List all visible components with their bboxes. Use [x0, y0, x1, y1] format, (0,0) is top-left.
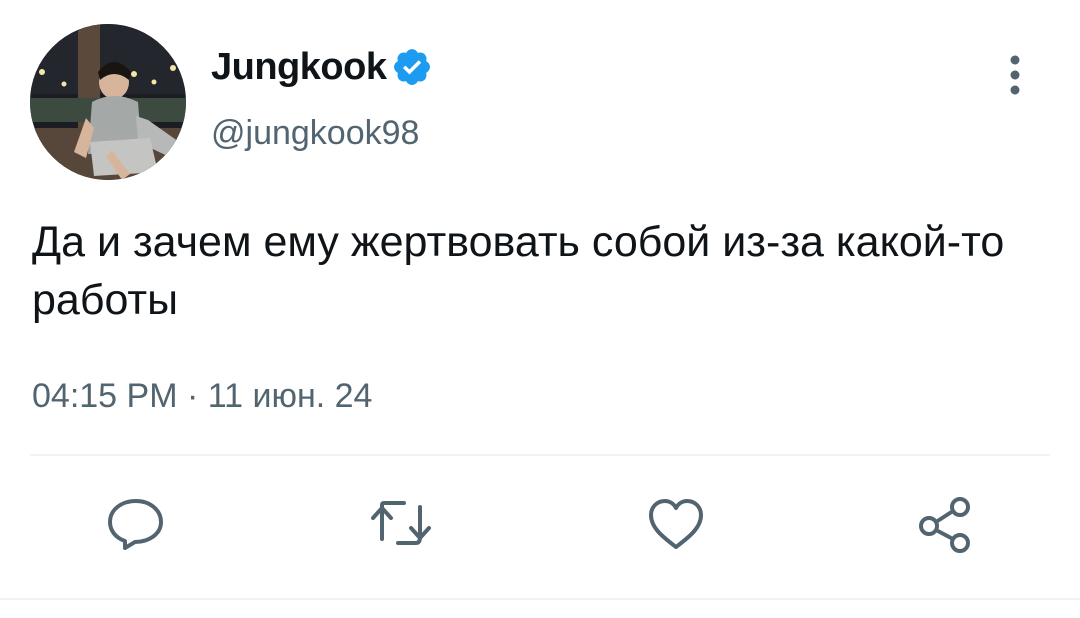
- display-name[interactable]: Jungkook: [211, 44, 433, 90]
- retweet-button[interactable]: [370, 497, 432, 555]
- divider: [30, 454, 1050, 456]
- user-handle[interactable]: @jungkook98: [211, 111, 419, 155]
- share-icon: [914, 495, 976, 558]
- verified-badge-icon: [391, 46, 433, 88]
- like-button[interactable]: [645, 497, 707, 555]
- like-icon: [645, 495, 707, 558]
- reply-icon: [105, 495, 167, 558]
- bottom-divider: [0, 598, 1080, 600]
- reply-button[interactable]: [105, 497, 167, 555]
- more-options-icon[interactable]: [1000, 54, 1030, 98]
- display-name-text[interactable]: Jungkook: [211, 44, 387, 90]
- retweet-icon: [368, 495, 434, 558]
- avatar[interactable]: [30, 24, 186, 180]
- tweet-timestamp[interactable]: 04:15 PM · 11 июн. 24: [32, 374, 372, 418]
- tweet-text: Да и зачем ему жертвовать собой из-за ка…: [32, 218, 1005, 324]
- share-button[interactable]: [914, 495, 976, 558]
